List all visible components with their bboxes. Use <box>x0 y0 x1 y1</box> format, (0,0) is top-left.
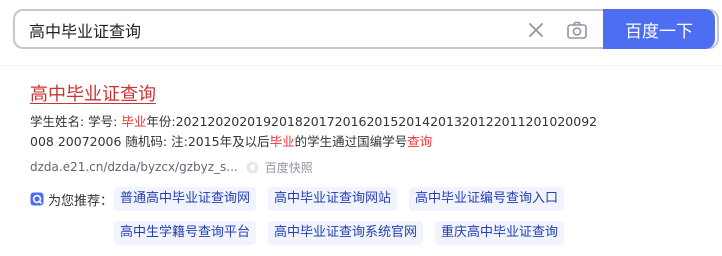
result-snippet: 学生姓名: 学号: 毕业年份:2021202020192018201720162… <box>30 112 600 152</box>
recommend-icon <box>30 192 44 206</box>
search-header: 百度一下 <box>0 0 722 66</box>
snippet-highlight: 查询 <box>407 134 433 149</box>
snippet-text: 学生姓名: 学号: <box>30 114 122 129</box>
recommend-row: 高中生学籍号查询平台 高中毕业证查询系统官网 重庆高中毕业证查询 <box>30 220 590 246</box>
recommend-tag[interactable]: 普通高中毕业证查询网 <box>114 187 257 211</box>
camera-icon[interactable] <box>565 18 589 42</box>
search-result: 高中毕业证查询 学生姓名: 学号: 毕业年份:20212020201920182… <box>30 82 630 176</box>
recommend-section: 为您推荐： 普通高中毕业证查询网 高中毕业证查询网站 高中毕业证编号查询入口 高… <box>30 186 590 254</box>
snippet-text: 的学生通过国编学号 <box>294 134 408 149</box>
recommend-tag[interactable]: 高中毕业证查询系统官网 <box>268 221 424 245</box>
shield-icon <box>246 160 259 174</box>
recommend-tag[interactable]: 高中毕业证编号查询入口 <box>409 187 565 211</box>
recommend-label: 为您推荐： <box>30 190 114 209</box>
recommend-tag[interactable]: 重庆高中毕业证查询 <box>435 221 565 245</box>
recommend-tag[interactable]: 高中毕业证查询网站 <box>268 187 398 211</box>
result-source-line: dzda.e21.cn/dzda/byzcx/gzbyz_s... 百度快照 <box>30 158 630 176</box>
recommend-tag[interactable]: 高中生学籍号查询平台 <box>114 221 257 245</box>
recommend-row: 为您推荐： 普通高中毕业证查询网 高中毕业证查询网站 高中毕业证编号查询入口 <box>30 186 590 212</box>
result-url[interactable]: dzda.e21.cn/dzda/byzcx/gzbyz_s... <box>30 160 238 174</box>
recommend-label-text: 为您推荐： <box>48 193 114 209</box>
search-input[interactable] <box>29 19 509 41</box>
snippet-highlight: 毕业 <box>269 134 295 149</box>
search-button[interactable]: 百度一下 <box>603 9 715 49</box>
snapshot-link[interactable]: 百度快照 <box>265 159 313 176</box>
result-title-link[interactable]: 高中毕业证查询 <box>30 82 156 108</box>
snippet-highlight: 毕业 <box>121 114 147 129</box>
clear-icon[interactable] <box>525 19 547 41</box>
